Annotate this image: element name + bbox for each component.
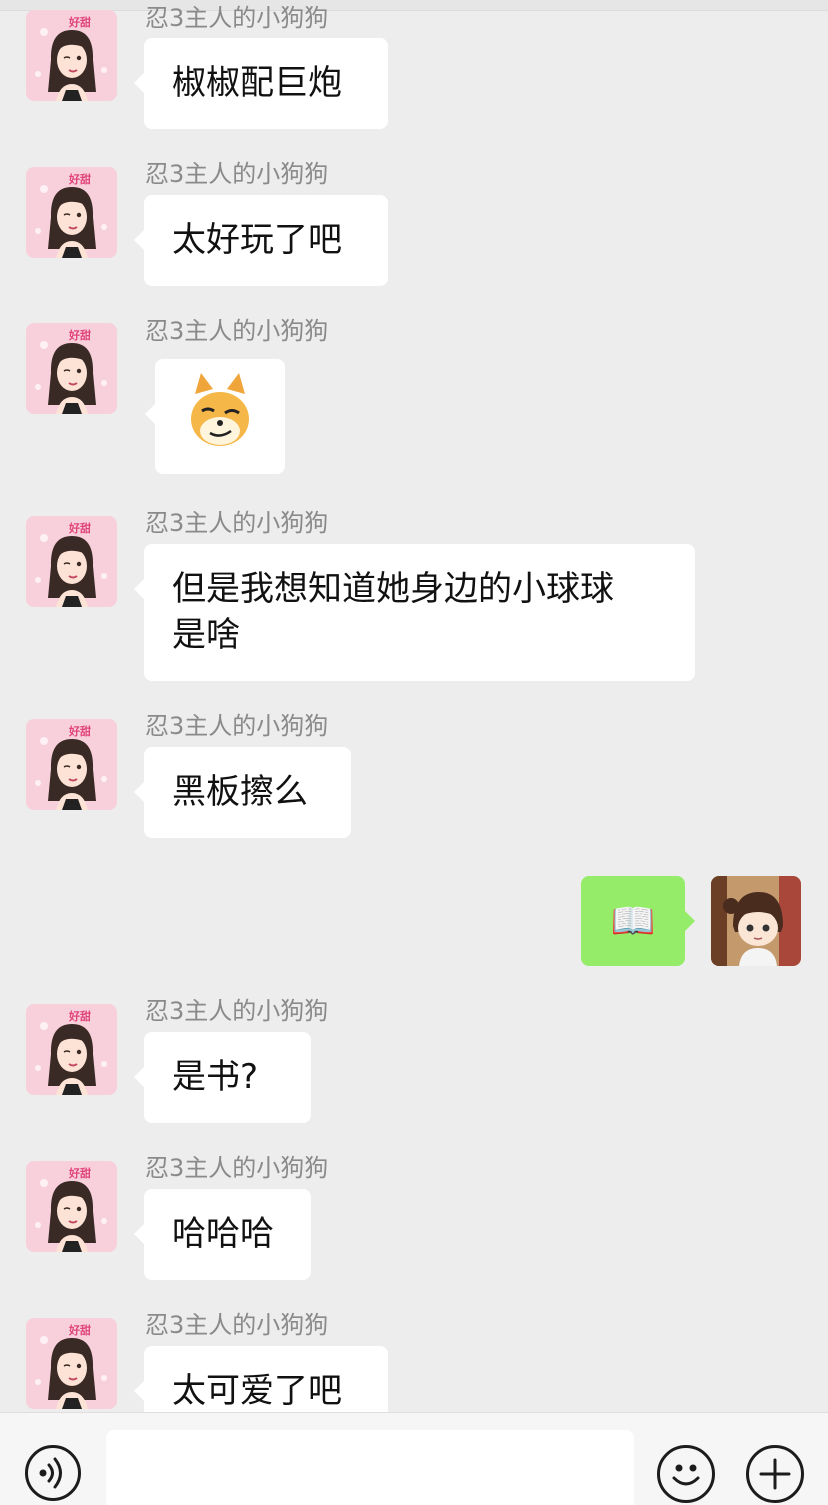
sender-name: 忍3主人的小狗狗 — [145, 1311, 329, 1339]
book-emoji-icon: 📖 — [610, 901, 656, 942]
avatar[interactable] — [26, 10, 117, 101]
message-bubble[interactable]: 太好玩了吧 — [134, 195, 388, 286]
chat-screen: 忍3主人的小狗狗 椒椒配巨炮 忍3主人的小狗狗 太好玩了吧 忍3主人的小狗狗 忍… — [0, 0, 828, 1505]
plus-button[interactable] — [746, 1445, 804, 1503]
avatar[interactable] — [26, 1318, 117, 1409]
doge-emoji-icon — [191, 373, 249, 446]
avatar[interactable] — [26, 323, 117, 414]
message-line: 但是我想知道她身边的小球球 — [172, 569, 614, 609]
message-bubble[interactable]: 是书? — [134, 1032, 311, 1123]
avatar[interactable] — [26, 516, 117, 607]
message-bubble[interactable]: 哈哈哈 — [134, 1189, 311, 1280]
avatar[interactable] — [26, 719, 117, 810]
message-bubble[interactable]: 黑板擦么 — [134, 747, 351, 838]
voice-button[interactable] — [25, 1445, 81, 1501]
sender-name: 忍3主人的小狗狗 — [145, 712, 329, 740]
top-divider — [0, 0, 828, 11]
message-bubble[interactable]: 但是我想知道她身边的小球球 是啥 — [134, 544, 695, 681]
message-input[interactable] — [106, 1430, 634, 1505]
sender-name: 忍3主人的小狗狗 — [145, 1154, 329, 1182]
sender-name: 忍3主人的小狗狗 — [145, 997, 329, 1025]
input-bar — [0, 1412, 828, 1505]
avatar[interactable] — [26, 1004, 117, 1095]
emoji-button[interactable] — [657, 1445, 715, 1503]
outgoing-bubble[interactable]: 📖 — [581, 876, 695, 966]
sticker-message[interactable] — [145, 359, 285, 474]
plus-icon — [759, 1458, 791, 1490]
sender-name: 忍3主人的小狗狗 — [145, 317, 329, 345]
avatar[interactable] — [26, 167, 117, 258]
my-avatar[interactable] — [711, 876, 801, 966]
avatar[interactable] — [26, 1161, 117, 1252]
message-bubble[interactable]: 椒椒配巨炮 — [134, 38, 388, 129]
sender-name: 忍3主人的小狗狗 — [145, 509, 329, 537]
message-line: 是啥 — [172, 615, 240, 655]
sender-name: 忍3主人的小狗狗 — [145, 160, 329, 188]
sender-name: 忍3主人的小狗狗 — [145, 4, 329, 32]
voice-icon — [39, 1457, 62, 1489]
emoji-icon — [672, 1464, 700, 1486]
